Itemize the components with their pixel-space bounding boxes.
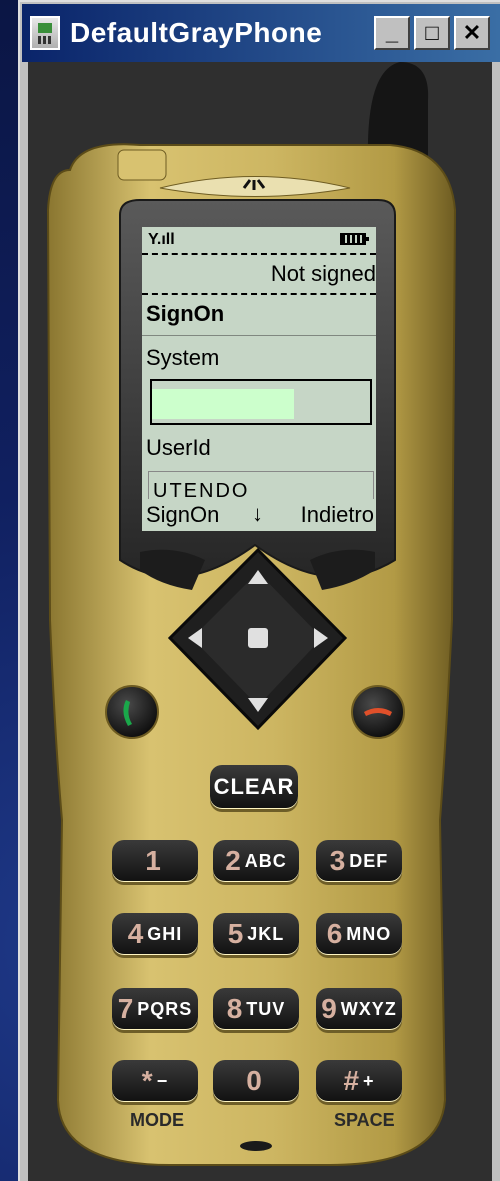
key-9-num: 9 [321,993,337,1024]
divider [142,293,376,295]
userid-label: UserId [146,435,211,460]
key-hash[interactable]: # + [316,1060,402,1102]
key-star[interactable]: * − [112,1060,198,1102]
key-8-num: 8 [226,993,243,1024]
key-star-symbol: * [141,1065,153,1096]
mode-label: MODE [130,1110,184,1130]
microphone [240,1141,272,1151]
key-2[interactable]: 2 ABC [213,840,299,882]
system-input-highlight [152,389,294,419]
key-2-num: 2 [225,845,241,876]
status-bar: Y.ıll [148,229,370,251]
key-2-letters: ABC [244,850,287,871]
key-5[interactable]: 5 JKL [213,913,299,955]
phone-screen: Y.ıll Not signed SignOn System UserId UT… [142,227,376,531]
key-1-num: 1 [145,845,161,876]
key-hash-symbol: # [343,1065,360,1096]
screen-header: Not signed [270,261,376,286]
key-0-num: 0 [246,1065,262,1096]
key-6[interactable]: 6 MNO [316,913,402,955]
key-5-num: 5 [227,918,244,949]
divider [142,253,376,255]
key-hash-letters: + [363,1070,375,1091]
key-3-letters: DEF [349,850,389,871]
form-title: SignOn [146,301,225,326]
key-4[interactable]: 4 GHI [112,913,198,955]
key-8-letters: TUV [246,998,286,1019]
call-button[interactable] [105,685,159,739]
key-4-num: 4 [127,918,144,949]
key-6-num: 6 [326,918,343,949]
key-9[interactable]: 9 WXYZ [316,988,402,1030]
clear-button[interactable]: CLEAR [210,765,298,809]
key-5-letters: JKL [247,923,285,944]
key-3[interactable]: 3 DEF [316,840,402,882]
divider [142,335,376,336]
key-7-num: 7 [117,993,134,1024]
battery-icon [340,233,369,245]
key-star-letters: − [156,1070,169,1091]
key-6-letters: MNO [346,923,392,944]
key-4-letters: GHI [147,923,183,944]
key-8[interactable]: 8 TUV [213,988,299,1030]
key-1[interactable]: 1 [112,840,198,882]
softkey-bar: SignOn ↓ Indietro [142,499,376,531]
key-7-letters: PQRS [137,998,193,1019]
softkey-indietro[interactable]: Indietro [301,502,374,528]
key-7[interactable]: 7 PQRS [112,988,198,1030]
scroll-down-icon: ↓ [252,501,263,526]
space-label: SPACE [334,1110,395,1130]
system-label: System [146,345,220,370]
nav-select-icon[interactable] [248,628,268,648]
key-3-num: 3 [329,845,346,876]
key-9-letters: WXYZ [340,998,397,1019]
key-0[interactable]: 0 [213,1060,299,1102]
top-clip [117,149,167,181]
signal-icon: Y.ıll [148,231,175,248]
softkey-signon[interactable]: SignOn [146,502,219,528]
system-input[interactable] [150,379,372,425]
